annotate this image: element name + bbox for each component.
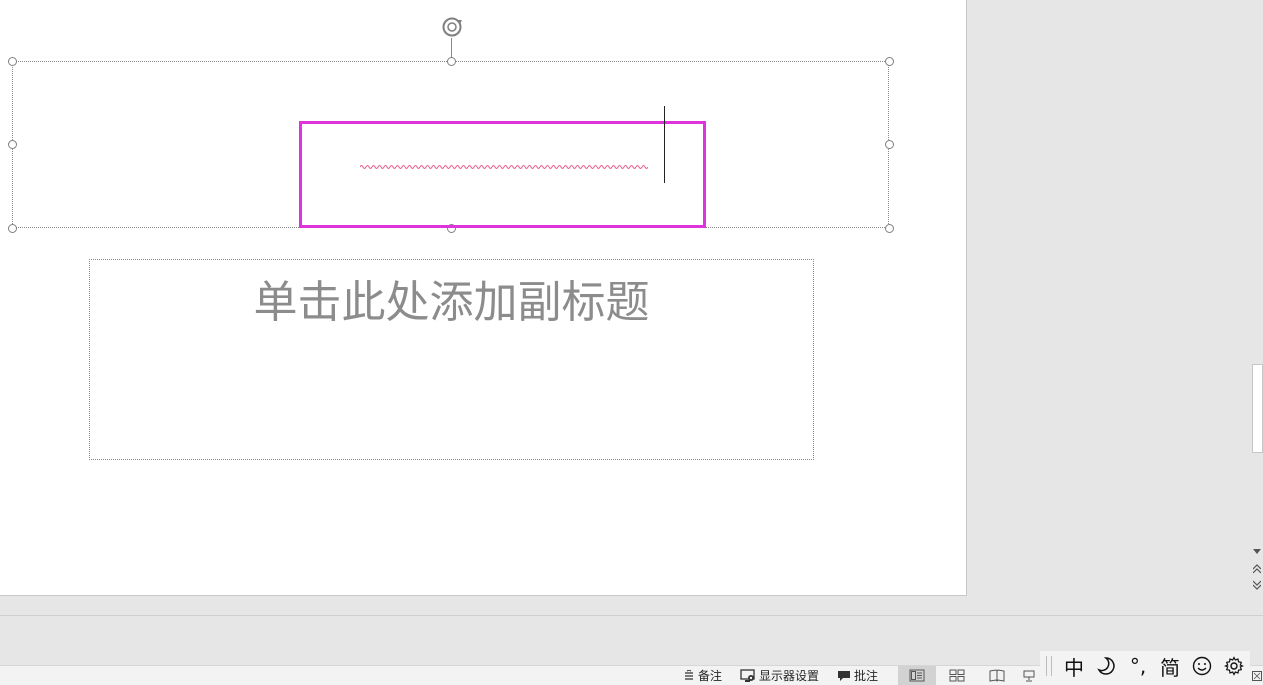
double-down-arrow-icon bbox=[1253, 580, 1261, 590]
rotate-handle-icon[interactable] bbox=[439, 14, 465, 40]
slide-sorter-icon bbox=[949, 669, 965, 682]
gear-icon[interactable] bbox=[1218, 656, 1250, 676]
slideshow-icon bbox=[1023, 670, 1035, 682]
comments-label: 批注 bbox=[854, 669, 879, 683]
ime-toolbar[interactable]: 中 °, 简 bbox=[1040, 651, 1250, 681]
notes-button[interactable]: 备注 bbox=[683, 666, 722, 685]
vertical-scrollbar[interactable] bbox=[1251, 0, 1263, 595]
subtitle-placeholder-text: 单击此处添加副标题 bbox=[253, 277, 650, 328]
resize-handle-top-right[interactable] bbox=[885, 57, 894, 66]
ime-punctuation-toggle[interactable]: °, bbox=[1122, 654, 1154, 678]
double-up-arrow-icon bbox=[1253, 564, 1261, 574]
ime-drag-handle[interactable] bbox=[1046, 656, 1052, 676]
slide-canvas[interactable]: 单击此处添加副标题 bbox=[0, 0, 967, 596]
slide-sorter-view-button[interactable] bbox=[938, 666, 976, 685]
ime-mode-toggle[interactable]: 中 bbox=[1058, 652, 1090, 681]
resize-handle-right[interactable] bbox=[885, 140, 894, 149]
reading-view-icon bbox=[989, 669, 1005, 682]
notes-label: 备注 bbox=[698, 669, 723, 683]
text-caret bbox=[664, 106, 665, 183]
emoji-icon[interactable] bbox=[1186, 656, 1218, 676]
spellcheck-underline bbox=[360, 165, 648, 169]
reading-view-button[interactable] bbox=[978, 666, 1016, 685]
comments-button[interactable]: 批注 bbox=[837, 666, 878, 685]
fit-window-icon bbox=[1252, 670, 1262, 681]
resize-handle-bottom-right[interactable] bbox=[885, 224, 894, 233]
moon-icon[interactable] bbox=[1090, 656, 1122, 676]
normal-view-button[interactable] bbox=[898, 666, 936, 685]
comment-icon bbox=[838, 670, 850, 681]
scrollbar-thumb[interactable] bbox=[1252, 364, 1263, 453]
notes-icon bbox=[685, 669, 693, 680]
highlight-box bbox=[299, 121, 706, 228]
resize-handle-left[interactable] bbox=[8, 140, 17, 149]
scroll-down-button[interactable] bbox=[1251, 546, 1263, 558]
display-settings-label: 显示器设置 bbox=[759, 669, 820, 683]
resize-handle-top-left[interactable] bbox=[8, 57, 17, 66]
subtitle-placeholder[interactable]: 单击此处添加副标题 bbox=[89, 259, 814, 460]
normal-view-icon bbox=[909, 669, 925, 682]
chevron-down-icon bbox=[1253, 549, 1261, 554]
previous-slide-button[interactable] bbox=[1251, 563, 1263, 575]
slideshow-view-button[interactable] bbox=[1018, 666, 1040, 685]
resize-handle-bottom-left[interactable] bbox=[8, 224, 17, 233]
display-settings-icon bbox=[740, 668, 755, 682]
display-settings-button[interactable]: 显示器设置 bbox=[740, 666, 819, 685]
ime-charset-toggle[interactable]: 简 bbox=[1154, 652, 1186, 681]
resize-handle-top[interactable] bbox=[447, 57, 456, 66]
fit-to-window-button[interactable] bbox=[1251, 666, 1263, 685]
next-slide-button[interactable] bbox=[1251, 579, 1263, 591]
